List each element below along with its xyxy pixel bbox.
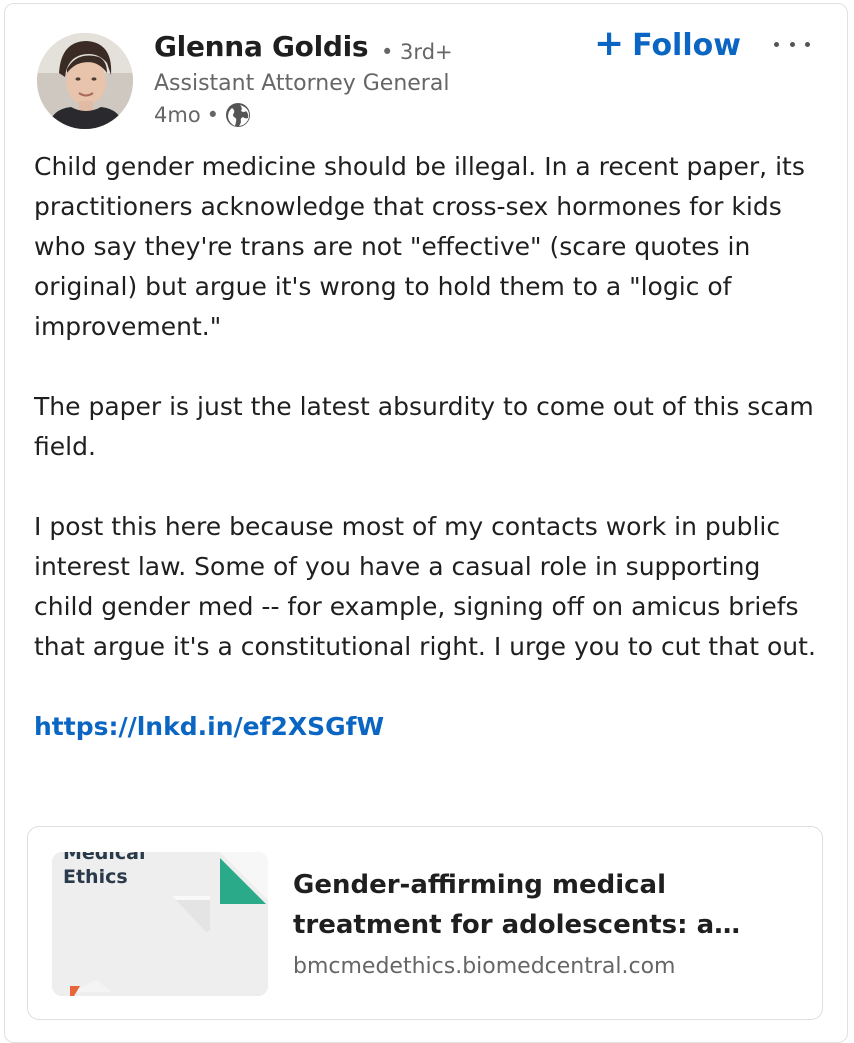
post-meta: 4mo • xyxy=(154,102,251,128)
link-preview-card[interactable]: Medical Ethics Gender-affirming medical … xyxy=(27,826,823,1020)
link-preview-source: bmcmedethics.biomedcentral.com xyxy=(293,954,676,979)
link-preview-thumbnail: Medical Ethics xyxy=(52,852,268,996)
post-body: Child gender medicine should be illegal.… xyxy=(34,147,826,747)
connection-degree: • 3rd+ xyxy=(381,40,453,64)
globe-icon xyxy=(225,102,251,128)
follow-label: Follow xyxy=(632,28,741,63)
post-paragraph: I post this here because most of my cont… xyxy=(34,512,816,661)
post-link[interactable]: https://lnkd.in/ef2XSGfW xyxy=(34,712,384,741)
follow-button[interactable]: + Follow xyxy=(594,22,741,64)
thumb-journal-line1: Medical xyxy=(63,852,146,864)
avatar[interactable] xyxy=(37,33,133,129)
author-name[interactable]: Glenna Goldis xyxy=(154,30,369,63)
meta-separator: • xyxy=(206,103,220,127)
link-preview-title[interactable]: Gender-affirming medical treatment for a… xyxy=(293,865,783,945)
thumb-journal-line2: Ethics xyxy=(63,866,128,888)
avatar-photo xyxy=(37,33,133,129)
post-time: 4mo xyxy=(154,103,201,127)
more-options-icon[interactable] xyxy=(774,24,810,64)
plus-icon: + xyxy=(594,22,625,64)
post-paragraph: The paper is just the latest absurdity t… xyxy=(34,392,814,461)
post-paragraph: Child gender medicine should be illegal.… xyxy=(34,152,805,341)
author-headline: Assistant Attorney General xyxy=(154,71,450,96)
